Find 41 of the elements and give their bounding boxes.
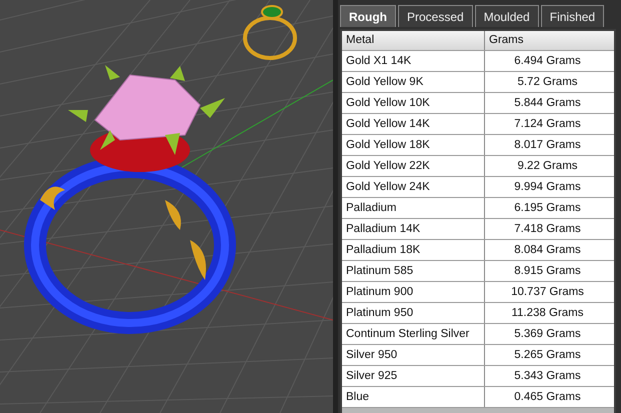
table-cell: Platinum 900	[342, 282, 485, 302]
table-cell-text: 5.265 Grams	[513, 348, 582, 363]
table-cell: Gold Yellow 10K	[342, 93, 485, 113]
table-cell: Palladium 14K	[342, 219, 485, 239]
table-cell-text: 5.343 Grams	[513, 369, 582, 384]
column-header[interactable]: Metal	[342, 31, 485, 50]
tab[interactable]: Finished	[540, 5, 604, 27]
table-cell: Gold Yellow 14K	[342, 114, 485, 134]
table-cell: Platinum 585	[342, 261, 485, 281]
tab[interactable]: Processed	[398, 5, 473, 27]
table-cell: Gold Yellow 9K	[342, 72, 485, 92]
table-cell: Gold X1 14K	[342, 51, 485, 71]
table-cell-text: 5.844 Grams	[513, 96, 582, 111]
table-cell-text: 5.72 Grams	[516, 75, 579, 90]
tab[interactable]: Moulded	[474, 5, 539, 27]
table-cell-text: 5.369 Grams	[513, 327, 582, 342]
tab[interactable]: Rough	[340, 5, 396, 27]
table-cell-text: 6.195 Grams	[513, 201, 582, 216]
table-cell: Silver 925	[342, 366, 485, 386]
table-cell-text: 7.124 Grams	[513, 117, 582, 132]
table-cell-text: 9.994 Grams	[513, 180, 582, 195]
table-cell-text: 7.418 Grams	[513, 222, 582, 237]
table-cell-text: 11.238 Grams	[510, 306, 584, 321]
table-cell-text: 6.494 Grams	[513, 54, 582, 69]
table-cell-text: 8.084 Grams	[513, 243, 582, 258]
table-cell: Gold Yellow 18K	[342, 135, 485, 155]
table-cell-text: 9.22 Grams	[516, 159, 579, 174]
column-header[interactable]: Grams	[485, 31, 524, 50]
table-cell: Gold Yellow 22K	[342, 156, 485, 176]
table-cell-text: 8.915 Grams	[513, 264, 582, 279]
table-cell: Blue	[342, 387, 485, 407]
table-cell-text: 10.737 Grams	[510, 285, 585, 300]
table-cell: Palladium	[342, 198, 485, 218]
table-cell: Gold Yellow 24K	[342, 177, 485, 197]
table-cell-text: 8.017 Grams	[513, 138, 582, 153]
table-cell: Silver 950	[342, 345, 485, 365]
table-cell: Platinum 950	[342, 303, 485, 323]
ring-drawing	[243, 5, 297, 60]
table-cell-text: 0.465 Grams	[513, 390, 582, 405]
table-cell: Continum Sterling Silver	[342, 324, 485, 344]
table-cell: Palladium 18K	[342, 240, 485, 260]
